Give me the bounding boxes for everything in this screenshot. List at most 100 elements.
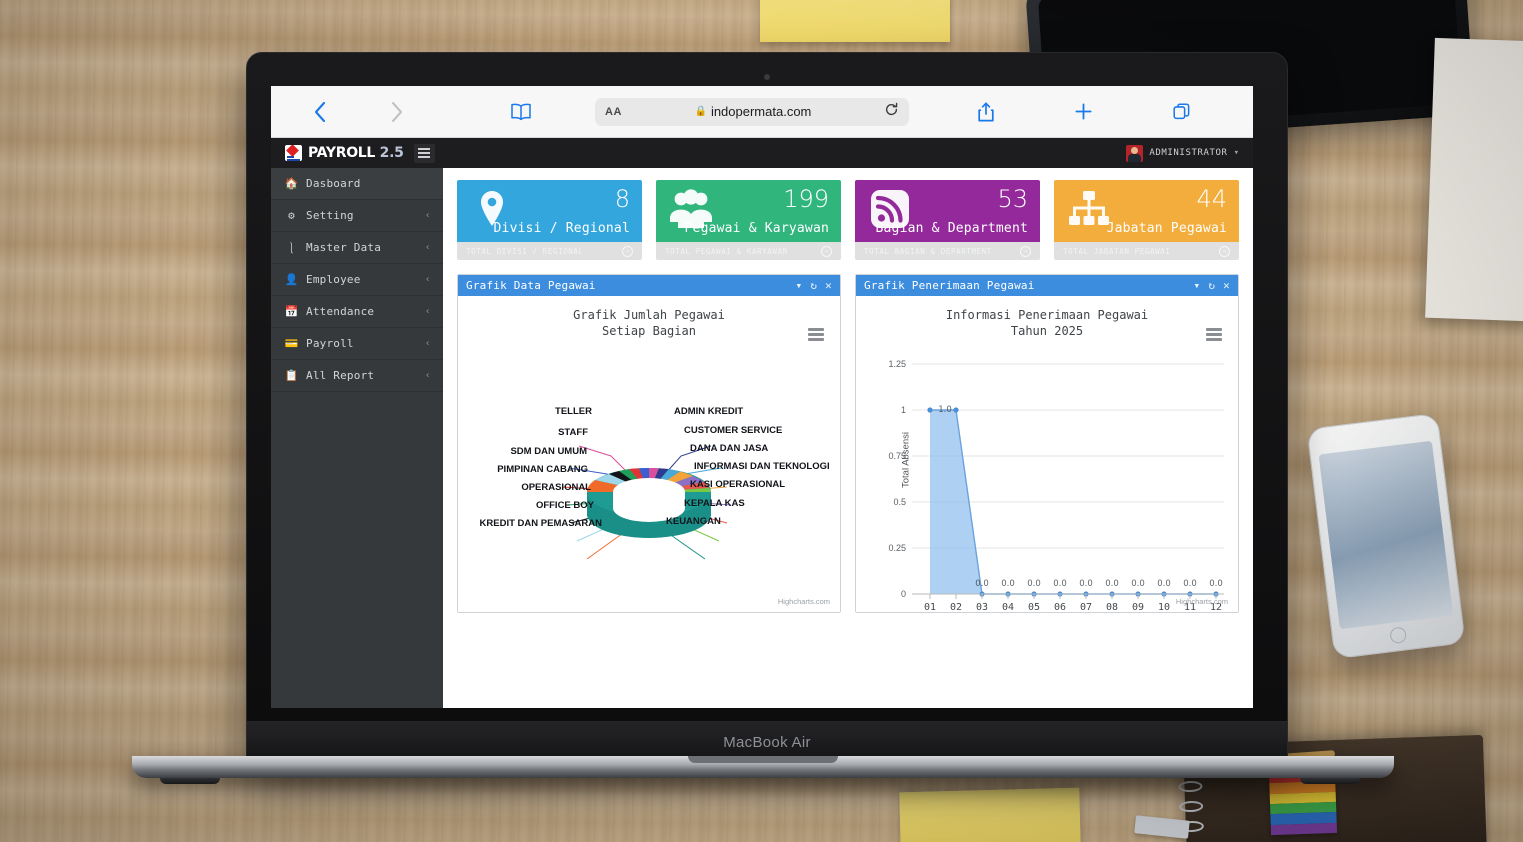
- card-icon: 💳: [285, 337, 298, 350]
- webcam-icon: [764, 74, 770, 80]
- x-tick: 06: [1054, 602, 1066, 610]
- point-label: 0.0: [1209, 579, 1223, 589]
- panel-header: Grafik Penerimaan Pegawai ▾ ↻ ✕: [856, 275, 1238, 296]
- pie-label: KASI OPERASIONAL: [690, 479, 785, 490]
- pie-label: OFFICE BOY: [536, 500, 594, 511]
- stat-card-jabatan[interactable]: 44 Jabatan Pegawai TOTAL JABATAN PEGAWAI…: [1054, 180, 1239, 260]
- laptop-foot-right: [1300, 778, 1360, 784]
- pie-label: DANA DAN JASA: [690, 443, 768, 454]
- y-tick: 1.25: [888, 359, 906, 369]
- x-tick: 09: [1132, 602, 1144, 610]
- x-tick: 07: [1080, 602, 1092, 610]
- plus-icon[interactable]: [1074, 102, 1093, 121]
- home-icon: 🏠: [285, 177, 298, 190]
- sticky-note-top: [760, 0, 950, 42]
- url-text: 🔒 indopermata.com: [622, 104, 884, 119]
- stat-footer-label: TOTAL JABATAN PEGAWAI: [1063, 247, 1170, 256]
- arrow-right-icon[interactable]: →: [622, 246, 633, 257]
- x-tick: 10: [1158, 602, 1170, 610]
- refresh-icon[interactable]: ↻: [1208, 279, 1215, 292]
- chevron-down-icon[interactable]: ▾: [1234, 148, 1239, 158]
- point-label: 1.0: [938, 405, 952, 415]
- arrow-right-icon[interactable]: →: [821, 246, 832, 257]
- stat-footer-label: TOTAL DIVISI / REGIONAL: [466, 247, 584, 256]
- device-model-label: MacBook Air: [723, 734, 811, 751]
- sidebar-item-setting[interactable]: ⚙ Setting ‹: [271, 200, 443, 232]
- text-size-button[interactable]: AA: [605, 106, 622, 118]
- sidebar-item-master-data[interactable]: ⎱ Master Data ‹: [271, 232, 443, 264]
- arrow-right-icon[interactable]: →: [1020, 246, 1031, 257]
- sidebar-item-employee[interactable]: 👤 Employee ‹: [271, 264, 443, 296]
- stat-value: 199: [783, 185, 829, 213]
- stat-footer[interactable]: TOTAL BAGIAN & DEPARTMENT →: [855, 242, 1040, 260]
- pie-label: TELLER: [555, 406, 592, 417]
- chevron-down-icon[interactable]: ▾: [1194, 279, 1201, 292]
- hamburger-icon[interactable]: [414, 144, 435, 163]
- stat-value: 8: [615, 185, 630, 213]
- sidebar-item-payroll[interactable]: 💳 Payroll ‹: [271, 328, 443, 360]
- hamburger-export-icon[interactable]: [1206, 328, 1222, 341]
- stat-label: Bagian & Department: [875, 221, 1028, 236]
- share-icon[interactable]: [977, 101, 995, 123]
- chevron-down-icon[interactable]: ▾: [796, 279, 803, 292]
- y-tick: 0.5: [893, 497, 906, 507]
- pie-chart: TELLER STAFF SDM DAN UMUM PIMPINAN CABAN…: [458, 296, 840, 612]
- close-icon[interactable]: ✕: [825, 279, 832, 292]
- app-topbar: PAYROLL 2.5 ADMINISTRATOR ▾: [271, 138, 1253, 168]
- chevron-left-icon: ‹: [425, 274, 431, 285]
- tabs-icon[interactable]: [1172, 102, 1191, 121]
- payroll-logo-icon: [285, 145, 302, 161]
- back-arrow-icon[interactable]: [293, 101, 347, 123]
- arrow-right-icon[interactable]: →: [1219, 246, 1230, 257]
- stat-footer[interactable]: TOTAL PEGAWAI & KARYAWAN →: [656, 242, 841, 260]
- y-tick: 0.25: [888, 543, 906, 553]
- main-content: 8 Divisi / Regional TOTAL DIVISI / REGIO…: [443, 168, 1253, 708]
- sidebar-item-all-report[interactable]: 📋 All Report ‹: [271, 360, 443, 392]
- book-icon[interactable]: [447, 102, 595, 121]
- panel-title: Grafik Penerimaan Pegawai: [864, 279, 1194, 292]
- highcharts-credit[interactable]: Highcharts.com: [778, 597, 830, 606]
- panel-title: Grafik Data Pegawai: [466, 279, 796, 292]
- address-bar[interactable]: AA 🔒 indopermata.com: [595, 98, 909, 126]
- chart-panels: Grafik Data Pegawai ▾ ↻ ✕ Gra: [457, 274, 1239, 613]
- org-chart-icon: [1066, 186, 1112, 232]
- forward-arrow-icon: [347, 101, 447, 123]
- stat-card-pegawai[interactable]: 199 Pegawai & Karyawan TOTAL PEGAWAI & K…: [656, 180, 841, 260]
- reload-icon[interactable]: [884, 102, 899, 121]
- user-menu[interactable]: ADMINISTRATOR ▾: [1126, 145, 1253, 162]
- point-label: 0.0: [1183, 579, 1197, 589]
- close-icon[interactable]: ✕: [1223, 279, 1230, 292]
- refresh-icon[interactable]: ↻: [810, 279, 817, 292]
- lock-icon: 🔒: [694, 106, 706, 117]
- stat-value: 53: [997, 185, 1028, 213]
- x-tick: 03: [976, 602, 988, 610]
- sidebar-item-label: Payroll: [306, 337, 417, 350]
- pie-label: KEUANGAN: [666, 516, 721, 527]
- point-label: 0.0: [975, 579, 989, 589]
- point-label: 0.0: [1001, 579, 1015, 589]
- x-tick: 05: [1028, 602, 1040, 610]
- sidebar-item-label: Attendance: [306, 305, 417, 318]
- paperclip-prop: [1134, 815, 1190, 839]
- pie-label: STAFF: [558, 427, 588, 438]
- x-tick: 04: [1002, 602, 1014, 610]
- sidebar-item-dasboard[interactable]: 🏠 Dasboard: [271, 168, 443, 200]
- stat-card-divisi[interactable]: 8 Divisi / Regional TOTAL DIVISI / REGIO…: [457, 180, 642, 260]
- panel-body: Grafik Jumlah Pegawai Setiap Bagian: [458, 296, 840, 612]
- panel-grafik-penerimaan-pegawai: Grafik Penerimaan Pegawai ▾ ↻ ✕: [855, 274, 1239, 613]
- stat-footer[interactable]: TOTAL DIVISI / REGIONAL →: [457, 242, 642, 260]
- laptop-foot-left: [160, 778, 220, 784]
- browser-toolbar: AA 🔒 indopermata.com: [271, 86, 1253, 138]
- stat-footer[interactable]: TOTAL JABATAN PEGAWAI →: [1054, 242, 1239, 260]
- calendar-icon: 📅: [285, 305, 298, 318]
- panel-body: Informasi Penerimaan Pegawai Tahun 2025 …: [856, 296, 1238, 612]
- sidebar: 🏠 Dasboard ⚙ Setting ‹ ⎱ Master Data: [271, 168, 443, 708]
- highcharts-credit[interactable]: Highcharts.com: [1176, 597, 1228, 606]
- point-label: 0.0: [1157, 579, 1171, 589]
- sidebar-item-attendance[interactable]: 📅 Attendance ‹: [271, 296, 443, 328]
- laptop-base: [132, 756, 1394, 778]
- stat-card-bagian[interactable]: 53 Bagian & Department TOTAL BAGIAN & DE…: [855, 180, 1040, 260]
- brand-label: PAYROLL 2.5: [308, 145, 404, 161]
- chevron-left-icon: ‹: [425, 338, 431, 349]
- app-brand[interactable]: PAYROLL 2.5: [271, 138, 443, 168]
